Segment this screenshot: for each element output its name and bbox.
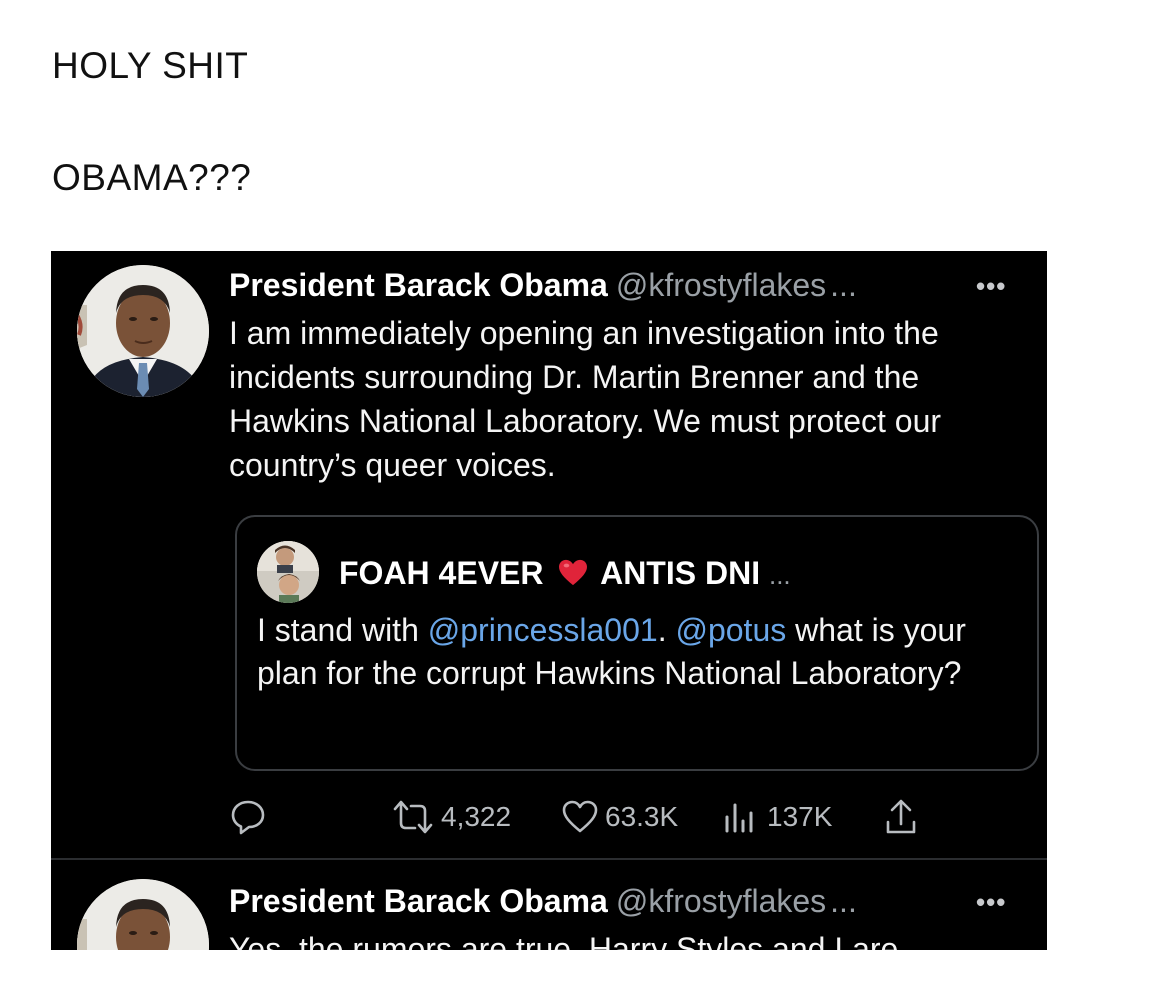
mention-potus[interactable]: @potus: [675, 612, 786, 648]
tweet-text: I am immediately opening an investigatio…: [229, 315, 942, 483]
tweet-text: Yes, the rumors are true. Harry Styles a…: [229, 931, 899, 950]
tweet-divider: [51, 858, 1047, 860]
tweet-header: President Barack Obama @kfrostyflakes...: [229, 883, 857, 920]
quoted-text-before: I stand with: [257, 612, 428, 648]
quoted-truncation: ...: [768, 560, 791, 590]
action-bar: 4,322 63.3K 137K: [229, 797, 989, 837]
retweet-icon: [393, 800, 433, 834]
quoted-text-middle: .: [657, 612, 676, 648]
caption-line-1: HOLY SHIT: [52, 45, 249, 86]
more-options-icon[interactable]: •••: [976, 887, 1006, 918]
avatar[interactable]: [77, 879, 209, 950]
avatar-portrait-icon: [77, 879, 209, 950]
mention-princessla001[interactable]: @princessla001: [428, 612, 658, 648]
quoted-tweet[interactable]: FOAH 4EVER ANTIS DNI ... I stand with @p…: [235, 515, 1039, 771]
share-button[interactable]: [883, 797, 919, 837]
views-count: 137K: [767, 801, 833, 832]
page: HOLY SHIT OBAMA??? President Barack Obam…: [0, 0, 1171, 997]
red-heart-icon: [559, 559, 588, 586]
handle-truncation: ...: [830, 883, 857, 919]
analytics-icon: [725, 803, 753, 833]
views-button[interactable]: 137K: [721, 797, 832, 837]
quoted-name-part-2: ANTIS DNI: [600, 555, 761, 591]
quoted-avatar-photo-icon: [257, 541, 319, 603]
like-count: 63.3K: [605, 801, 679, 832]
display-name[interactable]: President Barack Obama: [229, 883, 608, 919]
reply-button[interactable]: [229, 797, 267, 837]
quoted-header: FOAH 4EVER ANTIS DNI ...: [339, 555, 791, 592]
retweet-button[interactable]: 4,322: [391, 797, 511, 837]
caption-line-2: OBAMA???: [52, 157, 252, 198]
like-button[interactable]: 63.3K: [561, 797, 678, 837]
avatar[interactable]: [77, 265, 209, 397]
handle-truncation: ...: [830, 267, 857, 303]
handle[interactable]: @kfrostyflakes: [616, 267, 826, 303]
avatar-portrait-icon: [77, 265, 209, 397]
retweet-count: 4,322: [441, 801, 512, 832]
quoted-avatar: [257, 541, 319, 603]
share-icon: [886, 799, 916, 834]
quoted-text: I stand with @princessla001. @potus what…: [257, 609, 997, 695]
quoted-name-part-1: FOAH 4EVER: [339, 555, 544, 591]
more-options-icon[interactable]: •••: [976, 271, 1006, 302]
handle[interactable]: @kfrostyflakes: [616, 883, 826, 919]
tweet-screenshot: President Barack Obama @kfrostyflakes... …: [51, 251, 1047, 950]
display-name[interactable]: President Barack Obama: [229, 267, 608, 303]
tweet-header: President Barack Obama @kfrostyflakes...: [229, 267, 857, 304]
heart-outline-icon: [562, 800, 598, 833]
reply-icon: [231, 800, 265, 835]
